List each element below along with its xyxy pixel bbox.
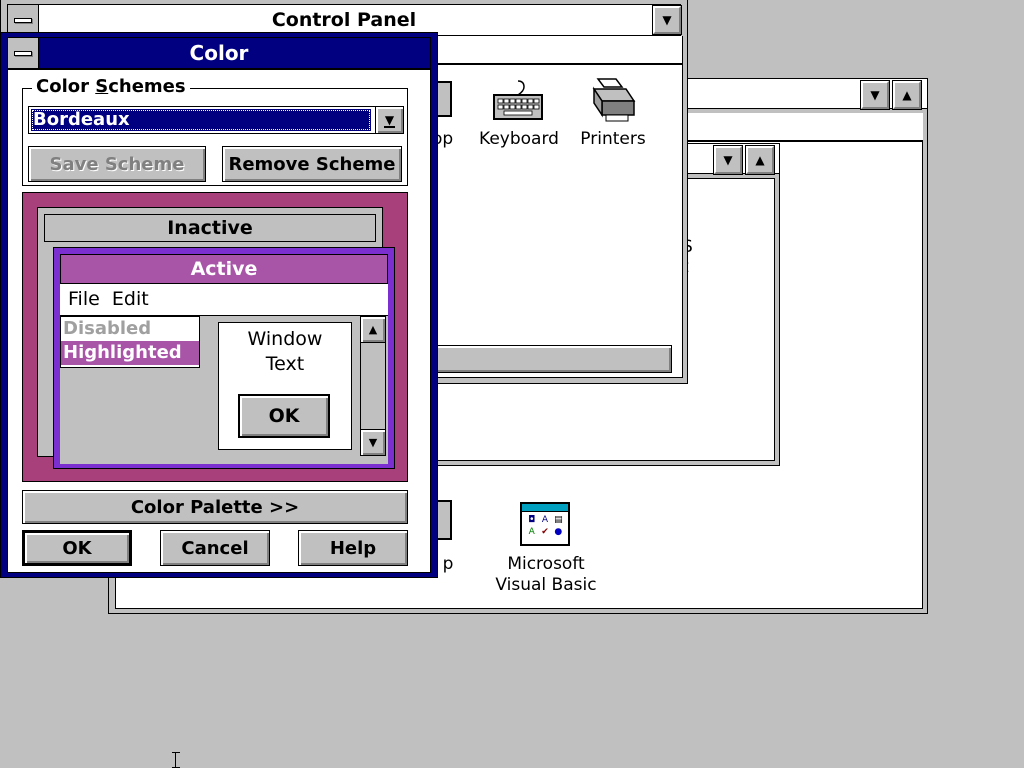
preview-menubar: File Edit xyxy=(60,284,388,316)
maximize-button[interactable]: ▲ xyxy=(892,80,922,110)
partial-icon-label: p xyxy=(442,554,454,574)
preview-active-window: Active File Edit Disabled Highlighted Wi… xyxy=(53,247,395,469)
color-dialog-titlebar[interactable]: Color xyxy=(7,37,431,69)
scroll-up-icon: ▲ xyxy=(361,317,385,343)
help-button[interactable]: Help xyxy=(298,530,408,566)
scroll-down-icon: ▼ xyxy=(361,429,385,455)
preview-client: Disabled Highlighted Window Text OK ▲ ▼ xyxy=(60,316,388,464)
preview-menu-file: File xyxy=(68,288,100,310)
preview-inactive-titlebar: Inactive xyxy=(44,214,376,242)
color-scheme-select[interactable]: Bordeaux ▼ xyxy=(28,106,404,134)
save-scheme-button[interactable]: Save Scheme xyxy=(28,146,206,182)
preview-disabled-item: Disabled xyxy=(63,318,152,339)
color-scheme-preview[interactable]: Inactive Active File Edit Disabled Highl… xyxy=(22,192,408,482)
maximize-button[interactable]: ▲ xyxy=(745,145,775,175)
preview-ok-button: OK xyxy=(238,394,330,438)
minimize-button[interactable]: ▼ xyxy=(713,145,743,175)
text-cursor-icon xyxy=(172,752,180,768)
color-schemes-label: Color Schemes xyxy=(32,76,190,97)
keyboard-icon[interactable] xyxy=(490,79,546,123)
color-palette-button[interactable]: Color Palette >> xyxy=(22,490,408,524)
preview-active-titlebar: Active xyxy=(60,254,388,284)
remove-scheme-button[interactable]: Remove Scheme xyxy=(222,146,402,182)
color-dialog-system-menu[interactable] xyxy=(7,37,39,69)
printer-icon[interactable] xyxy=(588,75,638,125)
visual-basic-icon[interactable]: ◘ A ▤ A ✔ ● xyxy=(520,502,570,546)
color-dialog: Color Color Schemes Bordeaux ▼ Save Sche… xyxy=(0,32,438,578)
printers-label: Printers xyxy=(580,129,646,149)
chevron-down-icon[interactable]: ▼ xyxy=(375,107,403,133)
control-panel-title: Control Panel xyxy=(271,9,417,31)
preview-highlighted-item: Highlighted xyxy=(61,341,199,365)
preview-scrollbar: ▲ ▼ xyxy=(360,316,386,456)
control-panel-minimize-button[interactable]: ▼ xyxy=(652,5,682,35)
minimize-button[interactable]: ▼ xyxy=(860,80,890,110)
preview-menu-edit: Edit xyxy=(111,288,149,310)
color-dialog-title: Color xyxy=(189,41,249,65)
ok-button[interactable]: OK xyxy=(22,530,132,566)
visual-basic-label: Microsoft Visual Basic xyxy=(495,554,597,595)
keyboard-label: Keyboard xyxy=(479,129,559,149)
control-panel-hscrollbar[interactable] xyxy=(428,345,672,373)
color-scheme-value: Bordeaux xyxy=(31,109,371,131)
cancel-button[interactable]: Cancel xyxy=(160,530,270,566)
preview-menu-dropdown: Disabled Highlighted xyxy=(60,316,200,368)
color-dialog-body: Color Schemes Bordeaux ▼ Save Scheme Rem… xyxy=(7,69,431,573)
